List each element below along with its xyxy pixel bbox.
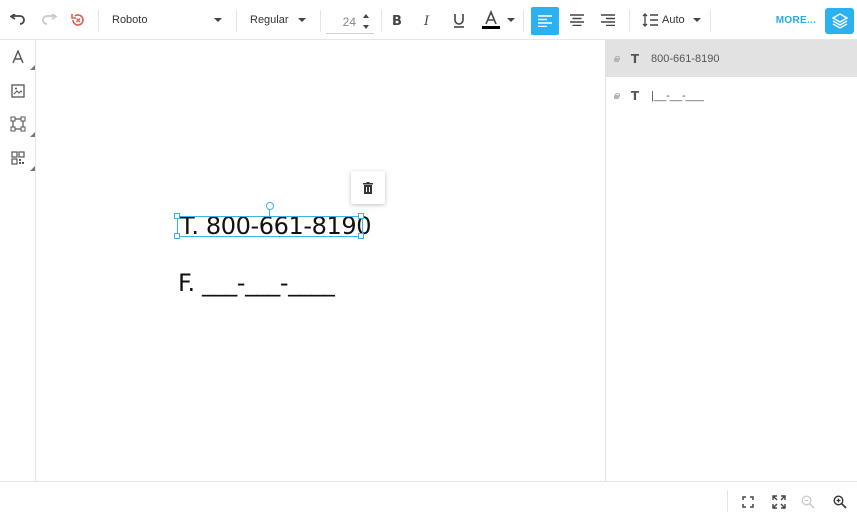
lock-icon[interactable] — [614, 55, 620, 62]
reset-icon[interactable] — [66, 0, 90, 40]
expand-corner-icon — [30, 166, 35, 171]
text-layer-icon: T — [630, 51, 640, 66]
chevron-down-icon — [692, 18, 701, 22]
text-layer-icon: T — [630, 88, 640, 103]
line-height-select[interactable]: Auto — [638, 0, 704, 40]
fit-screen-icon — [742, 496, 754, 508]
top-toolbar: Roboto Regular 24 B I Auto MORE... — [0, 0, 857, 40]
layer-name: |__-__-___ — [651, 89, 705, 102]
image-tool-icon — [11, 84, 25, 98]
toolbar-divider — [320, 10, 321, 32]
layer-item[interactable]: T |__-__-___ — [606, 77, 857, 114]
font-family-select[interactable]: Roboto — [106, 0, 228, 40]
italic-button[interactable]: I — [417, 0, 439, 40]
lock-icon[interactable] — [614, 92, 620, 99]
resize-handle-tl[interactable] — [174, 213, 180, 219]
zoom-in-button[interactable] — [828, 490, 852, 514]
toolbar-divider — [629, 10, 630, 32]
svg-text:I: I — [423, 14, 430, 27]
layer-name: 800-661-8190 — [651, 52, 720, 65]
font-size-stepper[interactable]: 24 — [326, 8, 374, 34]
redo-icon[interactable] — [37, 0, 61, 40]
resize-handle-tr[interactable] — [358, 213, 364, 219]
increment-icon[interactable] — [363, 14, 369, 18]
layers-button[interactable] — [825, 8, 854, 34]
underline-icon — [454, 13, 464, 28]
qr-code-tool-button[interactable] — [0, 143, 36, 173]
fullscreen-icon — [772, 495, 786, 509]
undo-icon[interactable] — [6, 0, 30, 40]
shape-tool-icon — [10, 116, 26, 132]
resize-handle-br[interactable] — [358, 233, 364, 239]
shape-tool-button[interactable] — [0, 109, 36, 139]
delete-button[interactable] — [351, 171, 385, 204]
expand-corner-icon — [30, 65, 35, 70]
line-height-icon — [642, 13, 658, 27]
font-size-value: 24 — [342, 15, 356, 29]
bold-button[interactable]: B — [386, 0, 408, 40]
align-right-icon — [601, 14, 615, 26]
toolbar-divider — [523, 10, 524, 32]
underline-button[interactable] — [448, 0, 470, 40]
design-canvas[interactable] — [36, 40, 605, 481]
bottom-toolbar — [0, 481, 857, 520]
align-center-icon — [570, 14, 584, 26]
layers-icon — [831, 13, 848, 29]
toolbar-divider — [98, 10, 99, 32]
text-tool-icon — [12, 50, 24, 64]
zoom-out-button[interactable] — [796, 490, 820, 514]
selection-box — [177, 216, 363, 237]
left-toolbar — [0, 40, 36, 481]
text-color-button[interactable] — [477, 0, 515, 40]
chevron-down-icon — [507, 18, 515, 22]
font-weight-select[interactable]: Regular — [244, 0, 312, 40]
font-family-value: Roboto — [112, 14, 148, 26]
trash-icon — [363, 181, 373, 194]
rotate-handle[interactable] — [266, 202, 274, 210]
zoom-in-icon — [833, 495, 847, 509]
chevron-down-icon — [214, 18, 222, 22]
image-tool-button[interactable] — [0, 76, 36, 106]
text-color-icon — [482, 10, 500, 29]
decrement-icon[interactable] — [363, 25, 369, 29]
font-weight-value: Regular — [250, 14, 289, 26]
zoom-out-icon — [801, 495, 815, 509]
layer-item[interactable]: T 800-661-8190 — [606, 40, 857, 77]
resize-handle-bl[interactable] — [174, 233, 180, 239]
layers-panel: T 800-661-8190 T |__-__-___ — [605, 40, 857, 481]
align-left-icon — [538, 15, 552, 27]
align-right-button[interactable] — [595, 0, 621, 40]
toolbar-divider — [727, 490, 728, 512]
toolbar-divider — [381, 10, 382, 32]
align-center-button[interactable] — [564, 0, 590, 40]
italic-icon: I — [423, 14, 430, 27]
expand-corner-icon — [30, 132, 35, 137]
svg-text:B: B — [392, 14, 402, 27]
line-height-value: Auto — [662, 14, 685, 26]
fit-screen-button[interactable] — [736, 490, 760, 514]
bold-icon: B — [392, 14, 402, 27]
rotate-connector — [269, 209, 270, 217]
text-tool-button[interactable] — [0, 42, 36, 72]
chevron-down-icon — [298, 18, 306, 22]
fullscreen-button[interactable] — [767, 490, 791, 514]
toolbar-divider — [236, 10, 237, 32]
toolbar-divider — [710, 10, 711, 32]
more-button[interactable]: MORE... — [772, 0, 820, 40]
fax-text-element[interactable]: F. ___-___-____ — [178, 269, 335, 297]
align-left-button[interactable] — [531, 7, 559, 35]
qr-code-tool-icon — [11, 151, 25, 165]
